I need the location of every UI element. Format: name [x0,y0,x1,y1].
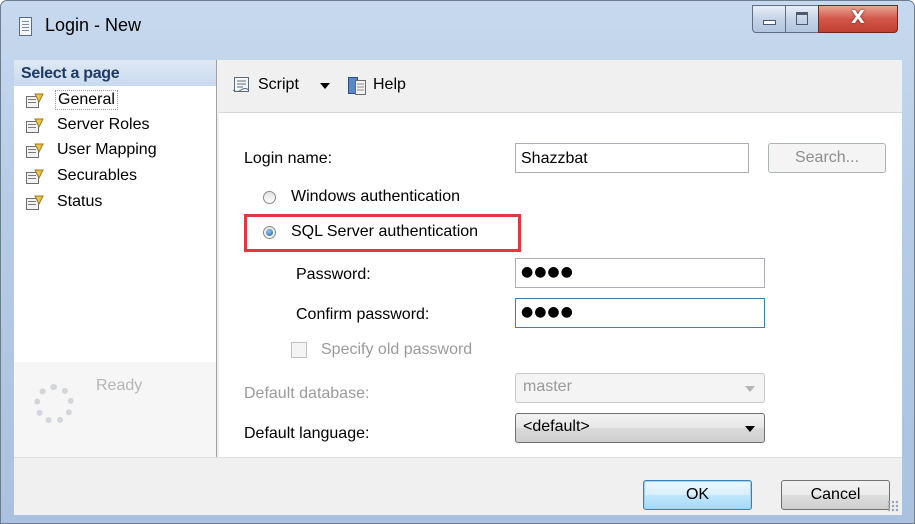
page-item-label: Server Roles [57,116,150,133]
cancel-button[interactable]: Cancel [781,480,890,510]
password-label: Password: [296,266,371,283]
title-bar[interactable]: Login - New X [1,1,914,47]
document-icon [19,17,32,36]
page-item-label: Securables [57,167,138,184]
specify-old-password-label: Specify old password [321,341,473,358]
help-button[interactable]: Help [347,74,417,98]
default-database-value: master [523,378,572,395]
general-page-form: Login name: Shazzbat Search... Windows a… [219,113,902,457]
specify-old-password-checkbox[interactable] [291,342,307,358]
progress-pane: Ready [14,362,216,457]
sql-auth-radio[interactable] [263,226,276,239]
maximize-button[interactable] [785,5,819,33]
login-name-input[interactable]: Shazzbat [515,143,749,173]
page-item-label: User Mapping [57,141,157,158]
sql-auth-label[interactable]: SQL Server authentication [291,223,478,241]
help-label: Help [373,76,406,93]
page-selector-header: Select a page [14,60,216,86]
window-title: Login - New [45,15,142,35]
close-button[interactable]: X [818,5,898,33]
toolbar: Script Help [219,60,902,113]
chevron-down-icon[interactable] [320,83,330,89]
dialog-button-bar: OK Cancel [14,457,902,515]
close-icon: X [851,7,865,28]
page-properties-icon [26,93,44,108]
login-new-window: Login - New X Select a page General Serv… [0,0,915,524]
chevron-down-icon [745,386,755,392]
script-icon [232,77,250,92]
resize-grip-icon[interactable] [887,500,899,512]
login-name-label: Login name: [244,150,333,167]
ok-button[interactable]: OK [643,480,752,510]
page-properties-icon [26,195,44,210]
default-database-select[interactable]: master [515,373,765,403]
page-properties-icon [26,169,44,184]
search-button[interactable]: Search... [768,143,886,173]
help-icon [348,77,366,95]
confirm-password-field[interactable]: ●●●● [515,298,765,328]
page-selector-pane: Select a page General Server Roles User … [14,60,217,457]
script-button[interactable]: Script [232,74,340,98]
progress-status: Ready [96,377,143,394]
minimize-button[interactable] [752,5,786,33]
default-database-label: Default database: [244,385,370,402]
password-field[interactable]: ●●●● [515,258,765,288]
script-label: Script [258,76,299,93]
windows-auth-label[interactable]: Windows authentication [291,188,460,206]
page-selector-title: Select a page [21,65,120,82]
minimize-icon [763,20,776,25]
dialog-client-area: Select a page General Server Roles User … [14,60,902,515]
default-language-label: Default language: [244,425,370,442]
default-language-value: <default> [523,418,590,435]
confirm-password-label: Confirm password: [296,306,430,323]
page-item-label: General [55,90,118,110]
page-item-label: Status [57,193,103,210]
progress-spinner-icon [34,384,74,424]
default-language-select[interactable]: <default> [515,413,765,443]
page-properties-icon [26,118,44,133]
maximize-icon [796,12,808,25]
page-properties-icon [26,143,44,158]
windows-auth-radio[interactable] [263,191,276,204]
chevron-down-icon [745,426,755,432]
